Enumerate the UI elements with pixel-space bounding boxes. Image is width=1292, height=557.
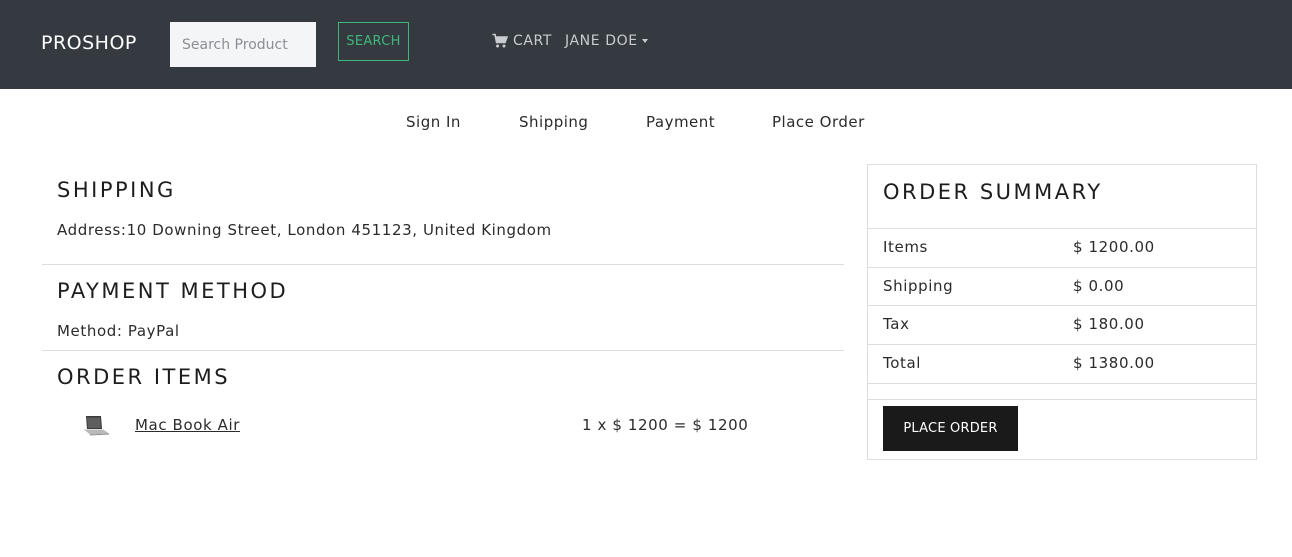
step-place-order[interactable]: Place Order: [772, 113, 865, 131]
cart-link[interactable]: CART: [492, 33, 552, 49]
order-summary-title: ORDER SUMMARY: [883, 180, 1103, 204]
summary-label: Shipping: [883, 277, 954, 295]
payment-heading: PAYMENT METHOD: [57, 279, 289, 303]
search-input[interactable]: [170, 22, 316, 67]
payment-method: Method: PayPal: [57, 322, 180, 340]
shipping-address: Address:10 Downing Street, London 451123…: [57, 221, 552, 239]
summary-value: $ 1380.00: [1073, 354, 1155, 372]
place-order-button[interactable]: PLACE ORDER: [883, 406, 1018, 451]
summary-row-total: Total $ 1380.00: [868, 344, 1256, 383]
product-link[interactable]: Mac Book Air: [135, 416, 240, 434]
user-name: JANE DOE: [565, 33, 638, 49]
shipping-heading: SHIPPING: [57, 178, 176, 202]
step-sign-in[interactable]: Sign In: [406, 113, 461, 131]
order-items-heading: ORDER ITEMS: [57, 365, 231, 389]
summary-label: Items: [883, 238, 928, 256]
summary-value: $ 0.00: [1073, 277, 1125, 295]
summary-label: Tax: [883, 315, 910, 333]
divider: [868, 399, 1256, 400]
step-payment[interactable]: Payment: [646, 113, 715, 131]
cart-icon: [492, 33, 509, 49]
cart-label: CART: [513, 33, 553, 49]
summary-row-shipping: Shipping $ 0.00: [868, 267, 1256, 305]
summary-label: Total: [883, 354, 922, 372]
summary-value: $ 180.00: [1073, 315, 1145, 333]
divider: [42, 264, 844, 265]
brand-logo[interactable]: PROSHOP: [41, 32, 137, 54]
summary-value: $ 1200.00: [1073, 238, 1155, 256]
summary-row-items: Items $ 1200.00: [868, 228, 1256, 267]
laptop-thumbnail: [82, 414, 110, 438]
step-shipping[interactable]: Shipping: [519, 113, 588, 131]
chevron-down-icon: [641, 39, 648, 43]
item-price-line: 1 x $ 1200 = $ 1200: [582, 416, 749, 434]
search-button[interactable]: SEARCH: [338, 22, 409, 61]
summary-row-spacer: [868, 383, 1256, 399]
order-summary-card: ORDER SUMMARY Items $ 1200.00 Shipping $…: [867, 164, 1257, 460]
divider: [42, 350, 844, 351]
user-menu-dropdown[interactable]: JANE DOE: [565, 33, 648, 49]
navbar: PROSHOP SEARCH CART JANE DOE: [0, 0, 1292, 89]
summary-row-tax: Tax $ 180.00: [868, 305, 1256, 344]
